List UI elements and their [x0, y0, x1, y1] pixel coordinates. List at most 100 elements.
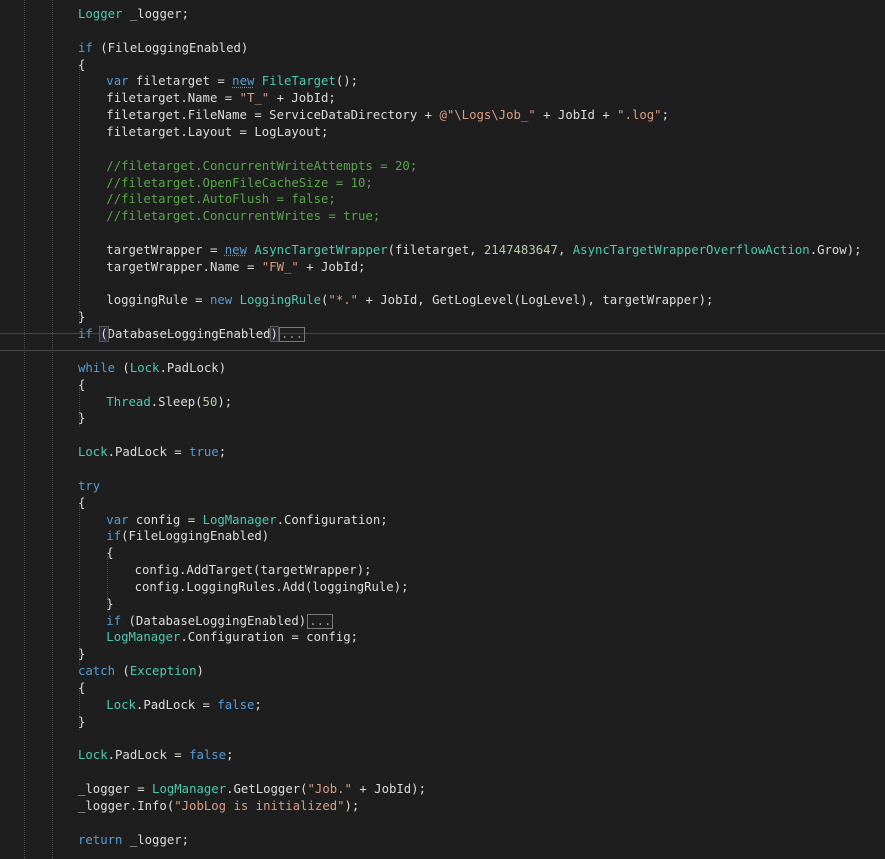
- code-line[interactable]: [0, 225, 885, 242]
- code-text: }: [78, 410, 85, 427]
- code-line[interactable]: {: [0, 495, 885, 512]
- code-token: {: [78, 495, 86, 510]
- code-token: Thread: [106, 394, 151, 409]
- code-token: .Configuration;: [276, 512, 388, 527]
- code-line[interactable]: {: [0, 57, 885, 74]
- code-token: "JobLog is initialized": [174, 798, 345, 813]
- code-line[interactable]: while (Lock.PadLock): [0, 360, 885, 377]
- collapsed-region-marker[interactable]: ...: [278, 327, 306, 343]
- code-line[interactable]: [0, 23, 885, 40]
- code-text: _logger = LogManager.GetLogger("Job." + …: [78, 781, 426, 798]
- code-line[interactable]: [0, 141, 885, 158]
- code-line[interactable]: var config = LogManager.Configuration;: [0, 512, 885, 529]
- code-token: config.AddTarget(targetWrapper);: [134, 563, 372, 578]
- code-text: }: [78, 646, 85, 663]
- code-line[interactable]: Logger _logger;: [0, 6, 885, 23]
- code-line[interactable]: {: [0, 545, 885, 562]
- code-line[interactable]: }: [0, 309, 885, 326]
- code-line[interactable]: targetWrapper = new AsyncTargetWrapper(f…: [0, 242, 885, 259]
- code-text: if (FileLoggingEnabled): [78, 40, 248, 57]
- code-token: config.LoggingRules.Add(loggingRule);: [134, 579, 409, 594]
- code-line[interactable]: _logger.Info("JobLog is initialized");: [0, 798, 885, 815]
- code-token: catch: [78, 664, 116, 679]
- code-token: LogManager: [202, 512, 277, 527]
- code-token: DatabaseLoggingEnabled: [107, 327, 271, 342]
- code-text: while (Lock.PadLock): [78, 360, 226, 377]
- code-line[interactable]: if (DatabaseLoggingEnabled)...: [0, 326, 885, 343]
- code-line[interactable]: catch (Exception): [0, 663, 885, 680]
- code-line[interactable]: //filetarget.OpenFileCacheSize = 10;: [0, 175, 885, 192]
- code-token: + JobId);: [351, 782, 426, 797]
- code-line[interactable]: filetarget.Layout = LogLayout;: [0, 124, 885, 141]
- code-line[interactable]: Lock.PadLock = false;: [0, 747, 885, 764]
- code-token: }: [78, 714, 86, 729]
- code-text: try: [78, 478, 100, 495]
- code-line[interactable]: Lock.PadLock = false;: [0, 697, 885, 714]
- code-line[interactable]: [0, 815, 885, 832]
- code-token: (: [99, 326, 109, 343]
- code-line[interactable]: {: [0, 680, 885, 697]
- code-text: {: [106, 545, 113, 562]
- code-token: _logger;: [122, 7, 190, 21]
- code-line[interactable]: [0, 461, 885, 478]
- code-line[interactable]: {: [0, 377, 885, 394]
- code-line[interactable]: LogManager.Configuration = config;: [0, 629, 885, 646]
- code-token: Exception: [129, 664, 197, 679]
- code-line[interactable]: if(FileLoggingEnabled): [0, 528, 885, 545]
- code-text: Logger _logger;: [78, 6, 189, 23]
- code-line[interactable]: filetarget.FileName = ServiceDataDirecto…: [0, 107, 885, 124]
- code-text: //filetarget.ConcurrentWriteAttempts = 2…: [106, 158, 417, 175]
- code-token: }: [106, 596, 114, 611]
- code-line[interactable]: if (FileLoggingEnabled): [0, 40, 885, 57]
- code-line[interactable]: if (DatabaseLoggingEnabled)...: [0, 613, 885, 630]
- code-line[interactable]: config.LoggingRules.Add(loggingRule);: [0, 579, 885, 596]
- code-token: Lock: [78, 445, 108, 460]
- code-line[interactable]: var filetarget = new FileTarget();: [0, 73, 885, 90]
- code-line[interactable]: [0, 343, 885, 360]
- code-line[interactable]: _logger = LogManager.GetLogger("Job." + …: [0, 781, 885, 798]
- code-line[interactable]: return _logger;: [0, 832, 885, 849]
- code-token: {: [78, 681, 86, 695]
- code-token: filetarget.Layout = LogLayout;: [106, 124, 329, 139]
- code-line[interactable]: //filetarget.AutoFlush = false;: [0, 191, 885, 208]
- collapsed-region-marker[interactable]: ...: [307, 613, 334, 629]
- code-line[interactable]: Thread.Sleep(50);: [0, 394, 885, 411]
- code-token: .PadLock): [159, 360, 227, 375]
- code-token: var: [106, 512, 129, 527]
- code-line[interactable]: [0, 427, 885, 444]
- code-text: config.LoggingRules.Add(loggingRule);: [135, 579, 409, 596]
- code-line[interactable]: }: [0, 596, 885, 613]
- code-text: {: [78, 680, 85, 697]
- code-token: false: [189, 748, 227, 763]
- code-token: targetWrapper.Name =: [106, 259, 262, 274]
- code-token: ;: [661, 108, 669, 123]
- code-line[interactable]: filetarget.Name = "T_" + JobId;: [0, 90, 885, 107]
- code-token: FileTarget: [261, 74, 336, 89]
- code-line[interactable]: [0, 731, 885, 748]
- code-line[interactable]: try: [0, 478, 885, 495]
- code-line[interactable]: [0, 764, 885, 781]
- code-line[interactable]: loggingRule = new LoggingRule("*." + Job…: [0, 292, 885, 309]
- code-token: filetarget.FileName = ServiceDataDirecto…: [106, 108, 440, 123]
- code-token: ,: [557, 242, 573, 257]
- code-line[interactable]: //filetarget.ConcurrentWrites = true;: [0, 208, 885, 225]
- code-text: //filetarget.ConcurrentWrites = true;: [106, 208, 380, 225]
- code-token: + JobId;: [298, 259, 366, 274]
- code-text: //filetarget.AutoFlush = false;: [106, 191, 336, 208]
- code-token: (DatabaseLoggingEnabled): [121, 613, 307, 628]
- code-token: ): [196, 664, 204, 679]
- code-editor[interactable]: Logger _logger; if (FileLoggingEnabled){v…: [0, 0, 885, 859]
- code-token: 2147483647: [483, 242, 558, 257]
- code-line[interactable]: }: [0, 714, 885, 731]
- code-text: targetWrapper = new AsyncTargetWrapper(f…: [106, 242, 861, 259]
- code-line[interactable]: targetWrapper.Name = "FW_" + JobId;: [0, 259, 885, 276]
- code-line[interactable]: //filetarget.ConcurrentWriteAttempts = 2…: [0, 158, 885, 175]
- code-line[interactable]: config.AddTarget(targetWrapper);: [0, 562, 885, 579]
- code-line[interactable]: }: [0, 646, 885, 663]
- code-line[interactable]: }: [0, 410, 885, 427]
- code-token: Lock: [106, 697, 136, 712]
- code-token: AsyncTargetWrapperOverflowAction: [572, 242, 810, 257]
- code-token: }: [78, 310, 86, 325]
- code-line[interactable]: [0, 276, 885, 293]
- code-line[interactable]: Lock.PadLock = true;: [0, 444, 885, 461]
